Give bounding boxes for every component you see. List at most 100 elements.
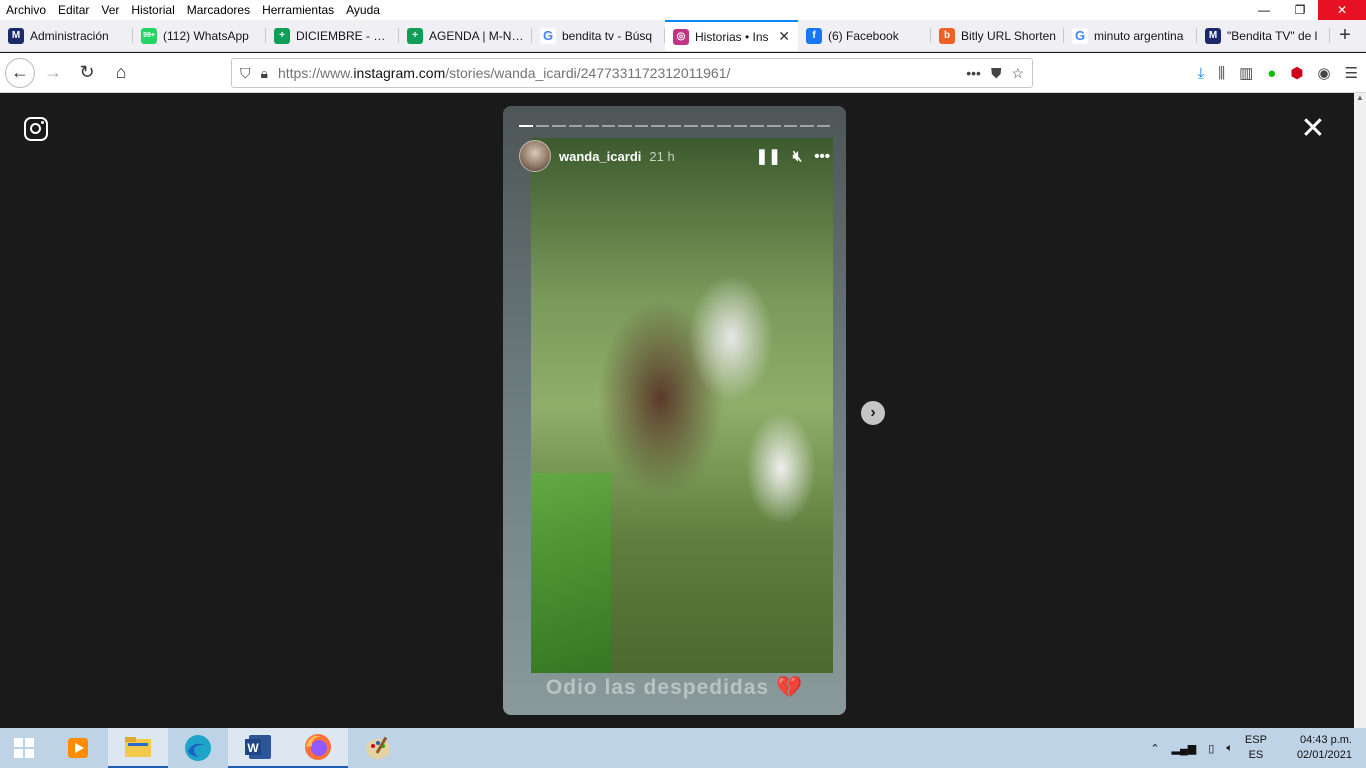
hamburger-menu-icon[interactable]: ☰ <box>1345 64 1358 82</box>
story-progress-bar <box>519 125 831 127</box>
tab-6[interactable]: f (6) Facebook <box>798 20 931 51</box>
tab-4[interactable]: Gbendita tv - Búsq <box>532 20 665 51</box>
tab-1[interactable]: 99+ (112) WhatsApp <box>133 20 266 51</box>
tab-label: "Bendita TV" de l <box>1227 28 1318 43</box>
tab-9[interactable]: M "Bendita TV" de l <box>1197 20 1330 51</box>
tab-bar: M Administración 99+ (112) WhatsApp + DICIEMB… <box>0 20 1366 52</box>
edge-icon[interactable] <box>168 728 228 768</box>
bookmark-star-icon[interactable]: ☆ <box>1011 65 1024 82</box>
progress-segment <box>552 125 566 127</box>
close-window-button[interactable]: ✕ <box>1318 0 1366 20</box>
battery-icon[interactable]: ▯ <box>1208 742 1214 755</box>
menu-bar: Archivo Editar Ver Historial Marcadores … <box>0 0 1366 20</box>
tab-label: bendita tv - Búsq <box>562 28 653 43</box>
windows-logo-icon <box>14 738 34 758</box>
url-text[interactable]: https://www.instagram.com/stories/wanda_… <box>278 65 956 81</box>
progress-segment <box>651 125 665 127</box>
vlc-icon[interactable] <box>48 728 108 768</box>
progress-segment <box>519 125 533 127</box>
m-icon: M <box>8 27 24 44</box>
google-icon: G <box>1072 27 1088 44</box>
new-tab-button[interactable]: + <box>1330 20 1360 51</box>
lang-bottom: ES <box>1248 749 1264 761</box>
menu-archivo[interactable]: Archivo <box>0 0 52 20</box>
tab-2[interactable]: + DICIEMBRE - MIN <box>266 20 399 51</box>
story-header: wanda_icardi 21 h ❚❚ 🔇︎ ••• <box>519 140 830 172</box>
menu-historial[interactable]: Historial <box>125 0 180 20</box>
progress-segment <box>816 125 831 127</box>
sidebar-icon[interactable]: ▥ <box>1239 64 1253 82</box>
language-indicator[interactable]: ESP ES <box>1245 733 1267 763</box>
home-button[interactable]: ⌂ <box>105 57 137 89</box>
story-username[interactable]: wanda_icardi <box>559 149 641 164</box>
url-bar[interactable]: ⛉ 🔒︎ https://www.instagram.com/stories/w… <box>231 58 1033 88</box>
tab-0[interactable]: M Administración <box>0 20 133 51</box>
progress-segment <box>618 125 632 127</box>
tab-label: AGENDA | M-NEU <box>429 28 524 43</box>
pocket-icon[interactable]: ⛊ <box>991 65 1002 82</box>
progress-segment <box>684 125 698 127</box>
window-controls: — ❐ ✕ <box>1246 0 1366 20</box>
volume-icon[interactable]: 🔈︎ <box>1226 742 1233 755</box>
close-tab-icon[interactable]: ✕ <box>778 28 790 45</box>
lock-icon[interactable]: 🔒︎ <box>261 65 268 82</box>
tab-8[interactable]: Gminuto argentina <box>1064 20 1197 51</box>
next-story-button[interactable]: › <box>861 401 885 425</box>
account-icon[interactable]: ◉ <box>1317 64 1330 82</box>
clock[interactable]: 04:43 p.m. 02/01/2021 <box>1297 733 1352 763</box>
vertical-scrollbar[interactable]: ▲ <box>1354 93 1366 728</box>
forward-button[interactable]: → <box>37 57 69 89</box>
instagram-logo-icon[interactable] <box>24 117 48 141</box>
paint-icon[interactable] <box>348 728 408 768</box>
scroll-up-icon[interactable]: ▲ <box>1354 93 1366 102</box>
url-prefix: https://www. <box>277 65 354 81</box>
reload-button[interactable]: ↻ <box>71 57 103 89</box>
caption-text: Odio las despedidas <box>545 676 770 699</box>
more-options-icon[interactable]: ••• <box>814 148 830 165</box>
menu-editar[interactable]: Editar <box>52 0 95 20</box>
avatar[interactable] <box>519 140 551 172</box>
sheets-icon: + <box>407 27 423 44</box>
extension-green-icon[interactable]: ● <box>1267 65 1276 82</box>
toolbar-right: ⤓ ⫼ ▥ ● ⬢ ◉ ☰ <box>1198 58 1358 88</box>
pause-icon[interactable]: ❚❚ <box>756 147 781 165</box>
tab-label: Bitly URL Shorten <box>961 28 1056 43</box>
story-time: 21 h <box>649 148 675 164</box>
system-tray: ⌃ ▂▄▆ ▯ 🔈︎ ESP ES 04:43 p.m. 02/01/2021 <box>1150 728 1352 768</box>
progress-segment <box>783 125 798 127</box>
adblock-icon[interactable]: ⬢ <box>1290 64 1303 82</box>
file-explorer-icon[interactable] <box>108 728 168 768</box>
restore-button[interactable]: ❐ <box>1282 0 1318 20</box>
progress-segment <box>667 125 682 127</box>
tab-3[interactable]: + AGENDA | M-NEU <box>399 20 532 51</box>
show-hidden-icons-icon[interactable]: ⌃ <box>1150 742 1159 755</box>
progress-segment <box>535 125 550 127</box>
url-domain: instagram.com <box>353 65 446 81</box>
menu-ayuda[interactable]: Ayuda <box>340 0 386 20</box>
tracking-shield-icon[interactable]: ⛉ <box>240 65 251 82</box>
whatsapp-icon: 99+ <box>141 27 157 44</box>
firefox-icon[interactable] <box>288 728 348 768</box>
tab-7[interactable]: b Bitly URL Shorten <box>931 20 1064 51</box>
minimize-button[interactable]: — <box>1246 0 1282 20</box>
story-card[interactable]: wanda_icardi 21 h ❚❚ 🔇︎ ••• Odio las des… <box>503 106 846 715</box>
tab-5[interactable]: ◎ Historias • Ins ✕ <box>665 20 798 51</box>
back-button[interactable]: ← <box>5 57 35 88</box>
library-icon[interactable]: ⫼ <box>1218 65 1225 82</box>
story-caption: Odio las despedidas 💔 <box>503 676 846 700</box>
broken-heart-icon: 💔 <box>775 676 804 699</box>
page-actions-icon[interactable]: ••• <box>966 65 981 81</box>
mute-icon[interactable]: 🔇︎ <box>793 148 802 165</box>
start-button[interactable] <box>0 728 48 768</box>
facebook-icon: f <box>806 27 822 44</box>
download-icon[interactable]: ⤓ <box>1198 65 1205 82</box>
menu-ver[interactable]: Ver <box>95 0 125 20</box>
close-story-icon[interactable]: ✕ <box>1300 114 1326 144</box>
progress-segment <box>568 125 583 127</box>
tab-label: minuto argentina <box>1094 28 1184 43</box>
word-icon[interactable]: W <box>228 728 288 768</box>
network-icon[interactable]: ▂▄▆ <box>1172 742 1197 755</box>
menu-herramientas[interactable]: Herramientas <box>256 0 340 20</box>
menu-marcadores[interactable]: Marcadores <box>181 0 256 20</box>
tab-label: DICIEMBRE - MIN <box>296 28 391 43</box>
